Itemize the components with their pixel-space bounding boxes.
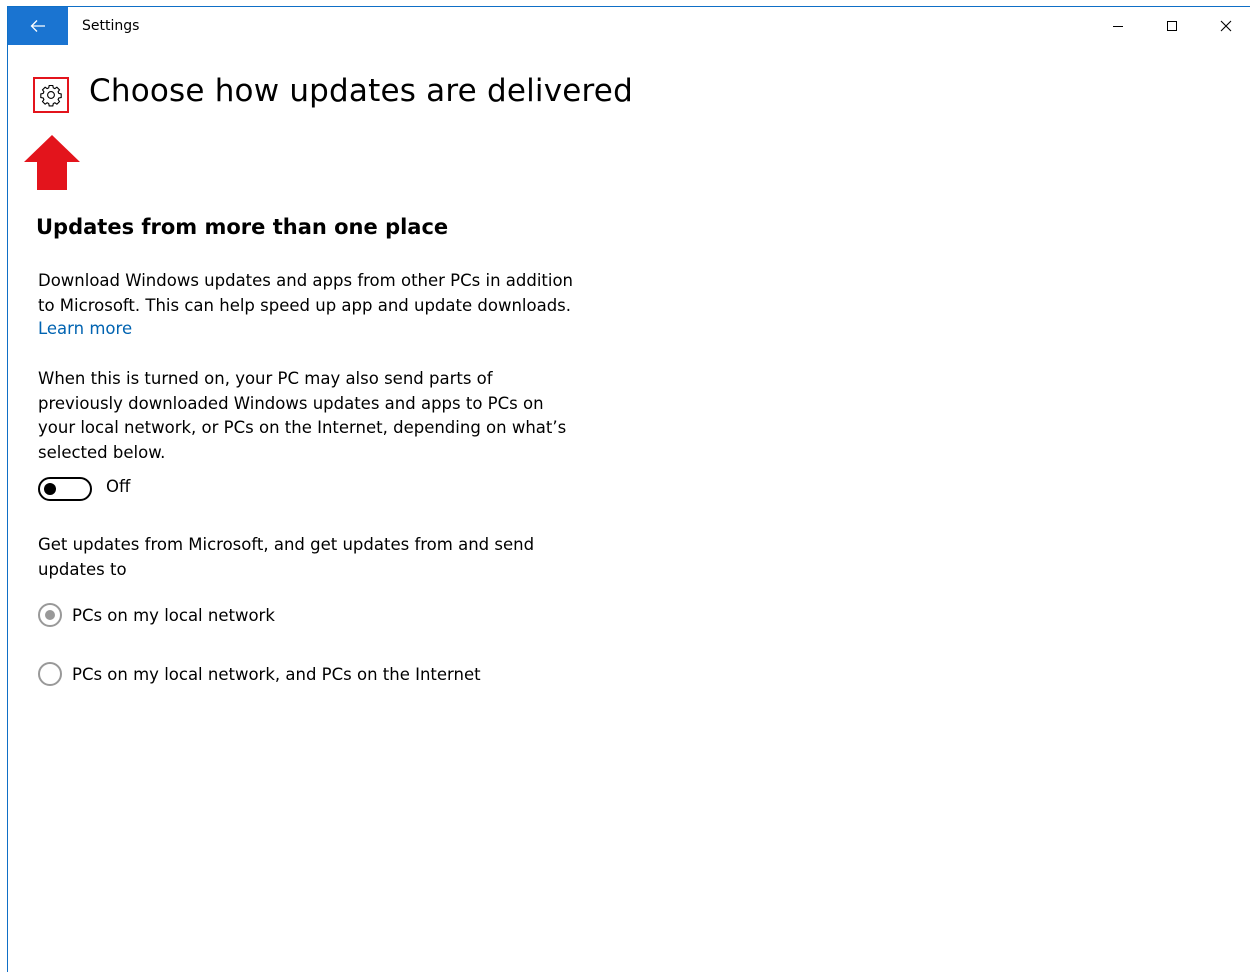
radio-option-local-and-internet[interactable]: PCs on my local network, and PCs on the …	[38, 661, 481, 687]
learn-more-link[interactable]: Learn more	[38, 319, 132, 338]
settings-gear-highlight	[33, 77, 69, 113]
minimize-button[interactable]	[1095, 7, 1141, 45]
radio-button[interactable]	[38, 662, 62, 686]
red-up-arrow-icon	[24, 135, 80, 190]
close-button[interactable]	[1203, 7, 1249, 45]
title-bar: Settings	[8, 7, 1250, 45]
section-description: Download Windows updates and apps from o…	[38, 271, 574, 315]
back-arrow-icon	[30, 20, 45, 32]
gear-icon	[40, 84, 62, 107]
radio-option-local-network[interactable]: PCs on my local network	[38, 602, 275, 628]
sharing-note: When this is turned on, your PC may also…	[38, 369, 567, 462]
radio-button[interactable]	[38, 603, 62, 627]
delivery-optimization-toggle[interactable]	[38, 477, 92, 501]
radio-label: PCs on my local network	[72, 605, 275, 625]
maximize-icon	[1167, 21, 1177, 31]
minimize-icon	[1113, 26, 1123, 27]
close-icon	[1220, 20, 1232, 32]
maximize-button[interactable]	[1149, 7, 1195, 45]
options-intro: Get updates from Microsoft, and get upda…	[38, 535, 535, 579]
window-title: Settings	[82, 18, 140, 34]
back-button[interactable]	[8, 7, 68, 45]
radio-label: PCs on my local network, and PCs on the …	[72, 664, 481, 684]
section-title: Updates from more than one place	[36, 215, 449, 239]
page-title: Choose how updates are delivered	[89, 73, 633, 109]
settings-window: Settings Choose how updates are delivere…	[7, 6, 1250, 972]
toggle-knob	[44, 483, 56, 495]
toggle-state-label: Off	[106, 477, 131, 496]
